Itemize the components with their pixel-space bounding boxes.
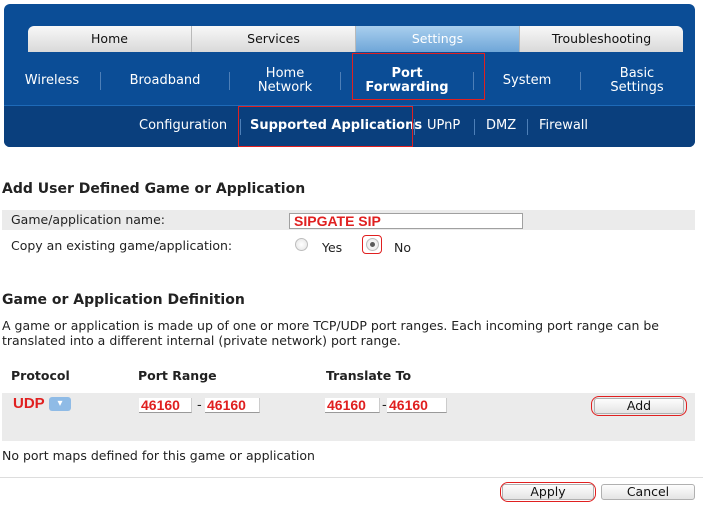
subnav-separator xyxy=(474,119,475,135)
subnav-upnp[interactable]: UPnP xyxy=(427,105,460,147)
nav-basic-settings-line1: Basic xyxy=(619,66,655,81)
definition-description: A game or application is made up of one … xyxy=(2,318,659,348)
highlight-apply-button xyxy=(500,482,596,502)
port-map-entry-row-bottom xyxy=(2,417,695,441)
highlight-supported-applications xyxy=(238,106,413,147)
nav-home-network-line1: Home xyxy=(265,66,305,81)
nav-home-network[interactable]: Home Network xyxy=(230,58,340,104)
copy-yes-label: Yes xyxy=(322,240,343,255)
nav-home-network-line2: Network xyxy=(257,80,313,95)
header-port-range: Port Range xyxy=(138,368,217,383)
footer-divider xyxy=(0,477,703,478)
game-name-input[interactable]: SIPGATE SIP xyxy=(289,213,523,229)
tab-home[interactable]: Home xyxy=(28,26,192,52)
top-tab-strip: Home Services Settings Troubleshooting xyxy=(28,26,683,52)
nav-broadband-label: Broadband xyxy=(129,73,201,88)
header-protocol: Protocol xyxy=(11,368,70,383)
highlight-no-radio xyxy=(362,235,382,254)
cancel-button[interactable]: Cancel xyxy=(601,484,695,500)
subnav-firewall[interactable]: Firewall xyxy=(539,105,588,147)
nav-system[interactable]: System xyxy=(474,58,580,104)
section-title-add-application: Add User Defined Game or Application xyxy=(2,181,306,197)
tab-services[interactable]: Services xyxy=(192,26,356,52)
chevron-down-icon[interactable]: ▾ xyxy=(49,397,71,411)
translate-dash: - xyxy=(382,398,387,413)
nav-home-network-label: Home Network xyxy=(258,67,312,95)
nav-basic-settings[interactable]: Basic Settings xyxy=(581,58,693,104)
subnav-separator xyxy=(414,119,415,135)
tab-settings[interactable]: Settings xyxy=(356,26,520,52)
game-name-label: Game/application name: xyxy=(11,212,166,227)
protocol-select-value[interactable]: UDP xyxy=(13,396,45,412)
copy-yes-radio[interactable] xyxy=(295,238,308,251)
copy-existing-row: Copy an existing game/application: xyxy=(2,236,695,256)
subnav-dmz[interactable]: DMZ xyxy=(486,105,516,147)
nav-basic-settings-label: Basic Settings xyxy=(610,67,663,95)
copy-no-label: No xyxy=(394,240,411,255)
translate-end-input[interactable]: 46160 xyxy=(387,398,447,413)
copy-existing-label: Copy an existing game/application: xyxy=(11,238,233,253)
header-translate-to: Translate To xyxy=(326,368,412,383)
port-range-start-input[interactable]: 46160 xyxy=(139,398,192,413)
section-title-definition: Game or Application Definition xyxy=(2,292,245,308)
main-nav: Wireless Broadband Home Network Port Forwa… xyxy=(4,58,695,104)
highlight-port-forwarding xyxy=(352,53,485,100)
highlight-add-button xyxy=(591,396,687,416)
no-port-maps-message: No port maps defined for this game or ap… xyxy=(2,448,315,463)
translate-start-input[interactable]: 46160 xyxy=(325,398,380,413)
port-range-end-input[interactable]: 46160 xyxy=(205,398,260,413)
tab-troubleshooting[interactable]: Troubleshooting xyxy=(520,26,683,52)
port-range-dash: - xyxy=(197,398,202,413)
subnav-separator xyxy=(527,119,528,135)
nav-system-label: System xyxy=(502,73,552,88)
nav-broadband[interactable]: Broadband xyxy=(101,58,229,104)
nav-wireless-label: Wireless xyxy=(24,73,80,88)
subnav-configuration[interactable]: Configuration xyxy=(139,105,227,147)
nav-wireless[interactable]: Wireless xyxy=(4,58,100,104)
nav-basic-settings-line2: Settings xyxy=(610,80,664,95)
